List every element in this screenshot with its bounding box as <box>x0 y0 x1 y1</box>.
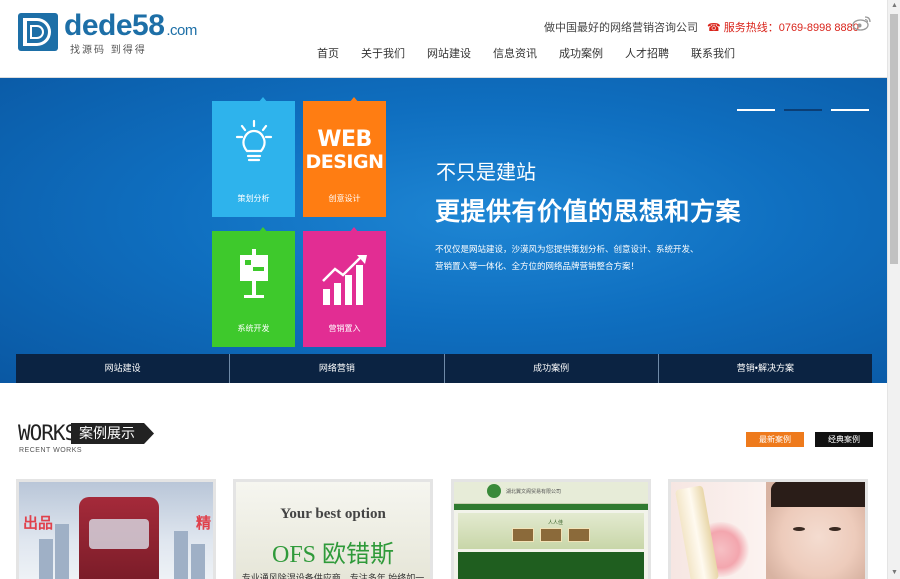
nav-cases[interactable]: 成功案例 <box>548 46 614 62</box>
banner-tab-marketing[interactable]: 网络营销 <box>230 354 445 383</box>
banner-title: 更提供有价值的思想和方案 <box>435 198 742 226</box>
logo-slogan: 找源码 到得得 <box>70 45 147 56</box>
web-design-icon: WEB DESIGN <box>303 127 386 174</box>
weibo-icon[interactable] <box>852 15 872 31</box>
service-tile-marketing[interactable]: 营销置入 <box>303 227 386 347</box>
hotline-text: 服务热线：0769-8998 8880 <box>723 22 859 34</box>
easel-icon <box>240 249 268 298</box>
case-1-text-left: 出品 <box>23 515 54 532</box>
case-thumbnail[interactable]: 湖北翼文阁贸易有限公司 人人佳 <box>451 479 651 579</box>
lightbulb-icon <box>235 119 273 162</box>
nav-news[interactable]: 信息资讯 <box>482 46 548 62</box>
latest-cases-button[interactable]: 最新案例 <box>746 432 804 447</box>
case-thumbnail[interactable]: 出品 精 <box>16 479 216 579</box>
scroll-thumb[interactable] <box>890 14 898 264</box>
nav-web-building[interactable]: 网站建设 <box>416 46 482 62</box>
chart-icon <box>322 255 367 305</box>
banner-description: 不仅仅是网站建设，沙漠风为您提供策划分析、创意设计、系统开发、营销置入等一体化、… <box>435 244 699 271</box>
works-title-cn: 案例展示 <box>71 423 154 444</box>
case-3-company: 湖北翼文阁贸易有限公司 <box>506 489 562 495</box>
service-tile-design[interactable]: WEB DESIGN 创意设计 <box>303 97 386 217</box>
logo-text: dede58 .com <box>64 9 197 43</box>
works-heading: WORKS 案例展示 RECENT WORKS <box>18 422 158 458</box>
banner-tab-cases[interactable]: 成功案例 <box>445 354 659 383</box>
logo-d-icon <box>18 13 58 51</box>
nav-contact[interactable]: 联系我们 <box>680 46 746 62</box>
web-design-text-2: DESIGN <box>305 151 384 173</box>
nav-jobs[interactable]: 人才招聘 <box>614 46 680 62</box>
banner-subtitle: 不只是建站 <box>436 162 536 184</box>
nav-home[interactable]: 首页 <box>306 46 350 62</box>
service-tile-development[interactable]: 系统开发 <box>212 227 295 347</box>
works-title-en: WORKS <box>18 421 77 445</box>
scroll-up-arrow-icon[interactable]: ▲ <box>888 0 900 12</box>
product-image <box>79 497 159 579</box>
site-logo[interactable]: dede58 .com 找源码 到得得 <box>18 9 218 57</box>
logo-name: dede58 <box>64 9 165 42</box>
vertical-scrollbar[interactable]: ▲ ▼ <box>887 0 900 579</box>
nav-about[interactable]: 关于我们 <box>350 46 416 62</box>
tile-label-development: 系统开发 <box>237 324 270 333</box>
works-subtitle: RECENT WORKS <box>19 447 83 454</box>
tile-label-planning: 策划分析 <box>237 194 270 203</box>
service-hotline: ☎ 服务热线：0769-8998 8880 <box>707 19 859 35</box>
case-2-line: 专业通风除湿设备供应商，专注多年,始终如一 <box>241 573 425 579</box>
phone-icon: ☎ <box>707 22 721 34</box>
case-3-banner-text: 人人佳 <box>548 520 564 526</box>
slide-indicators <box>737 109 878 111</box>
site-header: dede58 .com 找源码 到得得 做中国最好的网络营销咨询公司 ☎ 服务热线：… <box>0 0 887 78</box>
scroll-down-arrow-icon[interactable]: ▼ <box>888 567 900 579</box>
logo-domain: .com <box>166 22 197 39</box>
case-2-brand: OFS 欧错斯 <box>271 542 395 568</box>
hero-banner: 策划分析 WEB DESIGN 创意设计 系统开发 营销置入 不只是建站 更提供… <box>0 78 887 383</box>
case-thumbnail[interactable] <box>668 479 868 579</box>
classic-cases-button[interactable]: 经典案例 <box>815 432 873 447</box>
company-tagline: 做中国最好的网络营销咨询公司 <box>544 22 698 34</box>
slide-indicator[interactable] <box>831 109 869 111</box>
case-1-text-right: 精 <box>195 515 211 532</box>
company-logo-icon <box>487 484 501 498</box>
slide-indicator[interactable] <box>737 109 775 111</box>
banner-tab-web-building[interactable]: 网站建设 <box>16 354 231 383</box>
web-design-text-1: WEB <box>317 127 372 152</box>
main-nav: 首页 关于我们 网站建设 信息资讯 成功案例 人才招聘 联系我们 <box>306 46 746 62</box>
slide-indicator-active[interactable] <box>784 109 822 111</box>
case-2-title: Your best option <box>280 506 386 522</box>
tile-label-design: 创意设计 <box>328 194 361 203</box>
case-thumbnail[interactable]: Your best option OFS 欧错斯 专业通风除湿设备供应商，专注多… <box>233 479 433 579</box>
banner-tabs: 网站建设 网络营销 成功案例 营销•解决方案 <box>16 354 872 383</box>
service-tile-planning[interactable]: 策划分析 <box>212 97 295 217</box>
page: dede58 .com 找源码 到得得 做中国最好的网络营销咨询公司 ☎ 服务热线：… <box>0 0 900 579</box>
banner-tab-solutions[interactable]: 营销•解决方案 <box>659 354 872 383</box>
tile-label-marketing: 营销置入 <box>328 324 361 333</box>
